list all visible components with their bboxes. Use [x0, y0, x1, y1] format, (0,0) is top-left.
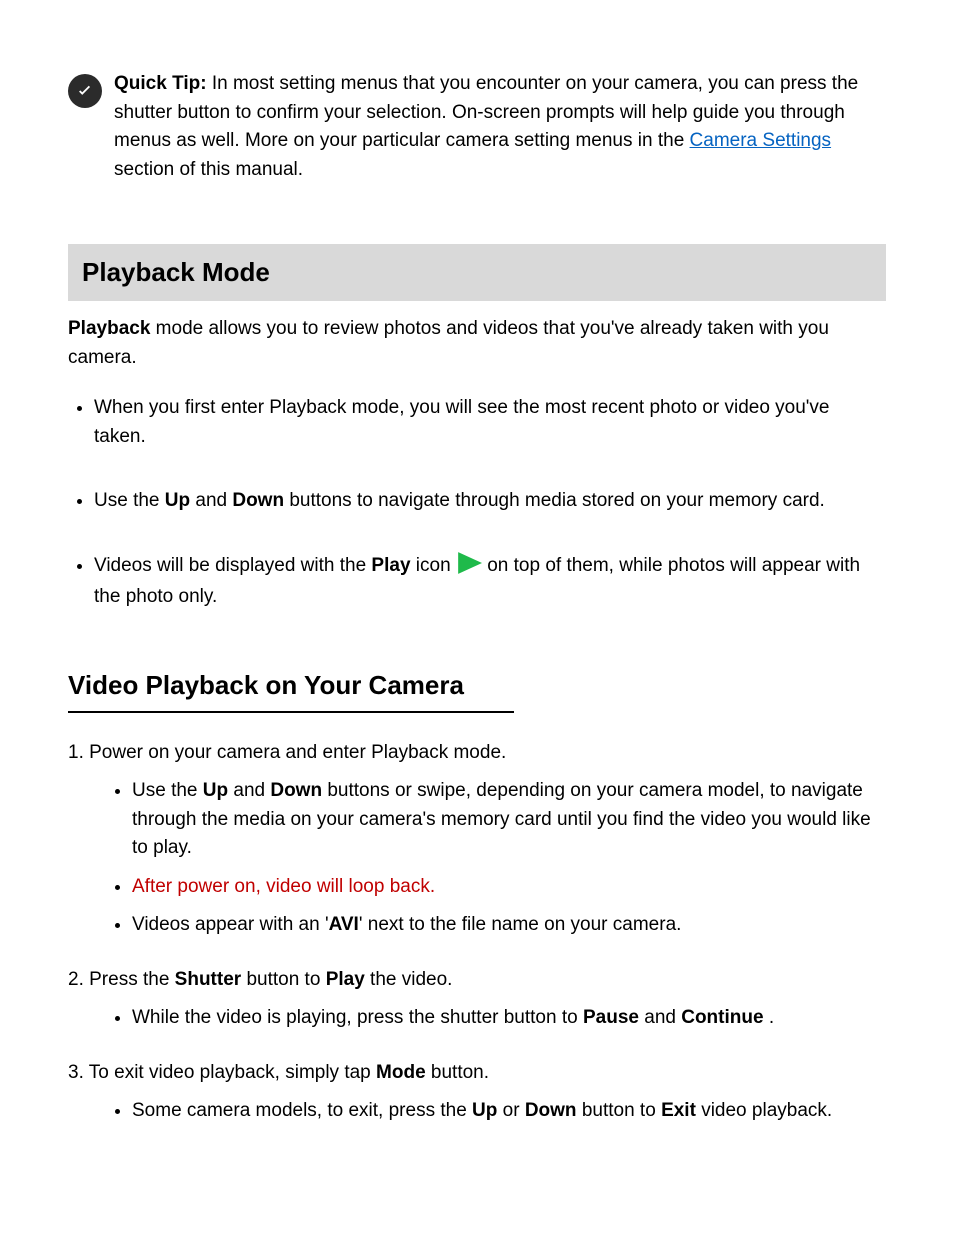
step-2-sublist: While the video is playing, press the sh… — [112, 1004, 886, 1033]
b2-a: Use the — [94, 490, 165, 511]
b3-a: Videos will be displayed with the — [94, 555, 371, 576]
s2f-1: While the video is playing, press the sh… — [132, 1007, 583, 1028]
camera-settings-link[interactable]: Camera Settings — [690, 130, 832, 151]
s3d-up: Up — [472, 1100, 497, 1121]
section-heading-playback-mode: Playback Mode — [68, 244, 886, 301]
s2-c: button to — [241, 969, 326, 990]
bullet-3: Videos will be displayed with the Play i… — [94, 552, 886, 612]
intro-rest: mode allows you to review photos and vid… — [68, 318, 829, 368]
step-3: 3. To exit video playback, simply tap Mo… — [68, 1059, 886, 1126]
s2f-3: and — [639, 1007, 681, 1028]
b2-e: buttons to navigate through media stored… — [284, 490, 825, 511]
s2-play: Play — [326, 969, 365, 990]
step-1-sublist: Use the Up and Down buttons or swipe, de… — [112, 777, 886, 940]
bullet-1-text: When you first enter Playback mode, you … — [94, 397, 830, 447]
page-content: Quick Tip: In most setting menus that yo… — [0, 0, 954, 1196]
s3-a: 3. To exit video playback, simply tap — [68, 1062, 376, 1083]
play-icon — [456, 552, 482, 584]
s1a-up: Up — [203, 780, 228, 801]
s3d-down: Down — [525, 1100, 577, 1121]
b2-c: and — [190, 490, 232, 511]
b2-up: Up — [165, 490, 190, 511]
s3d-5: button to — [577, 1100, 662, 1121]
s2-a: 2. Press the — [68, 969, 175, 990]
b2-down: Down — [232, 490, 284, 511]
s1c-1: Videos appear with an ' — [132, 914, 329, 935]
b3-c: icon — [411, 555, 456, 576]
s2f-5: . — [764, 1007, 775, 1028]
step-1a: Use the Up and Down buttons or swipe, de… — [132, 777, 886, 863]
step-2a: While the video is playing, press the sh… — [132, 1004, 886, 1033]
s1c-avi: AVI — [329, 914, 359, 935]
s3-c: button. — [426, 1062, 489, 1083]
step-1: 1. Power on your camera and enter Playba… — [68, 739, 886, 940]
s1a-down: Down — [270, 780, 322, 801]
playback-bullets: When you first enter Playback mode, you … — [74, 394, 886, 612]
step-3a: Some camera models, to exit, press the U… — [132, 1097, 886, 1126]
s3d-1: Some camera models, to exit, press the — [132, 1100, 472, 1121]
quick-tip-block: Quick Tip: In most setting menus that yo… — [68, 70, 886, 184]
step-3-sublist: Some camera models, to exit, press the U… — [112, 1097, 886, 1126]
intro-playback-word: Playback — [68, 318, 156, 339]
s2f-continue: Continue — [681, 1007, 763, 1028]
step-1-text: 1. Power on your camera and enter Playba… — [68, 742, 506, 763]
s2-shutter: Shutter — [175, 969, 242, 990]
s3d-7: video playback. — [696, 1100, 832, 1121]
s3-mode: Mode — [376, 1062, 426, 1083]
s1b-text: After power on, video will loop back. — [132, 876, 435, 897]
step-1c: Videos appear with an 'AVI' next to the … — [132, 911, 886, 940]
s3d-3: or — [497, 1100, 524, 1121]
s3d-exit: Exit — [661, 1100, 696, 1121]
b3-play-word: Play — [371, 555, 410, 576]
video-playback-heading: Video Playback on Your Camera — [68, 666, 514, 713]
intro-paragraph: Playback mode allows you to review photo… — [68, 315, 886, 372]
tip-body-2: section of this manual. — [114, 159, 303, 180]
s1c-3: ' next to the file name on your camera. — [359, 914, 682, 935]
step-2: 2. Press the Shutter button to Play the … — [68, 966, 886, 1033]
s2-e: the video. — [365, 969, 453, 990]
bullet-1: When you first enter Playback mode, you … — [94, 394, 886, 451]
checkmark-icon — [68, 74, 102, 108]
s1a-3: and — [228, 780, 270, 801]
bullet-2: Use the Up and Down buttons to navigate … — [94, 487, 886, 516]
tip-label: Quick Tip: — [114, 73, 207, 94]
s2f-pause: Pause — [583, 1007, 639, 1028]
s1a-1: Use the — [132, 780, 203, 801]
step-1b: After power on, video will loop back. — [132, 873, 886, 902]
